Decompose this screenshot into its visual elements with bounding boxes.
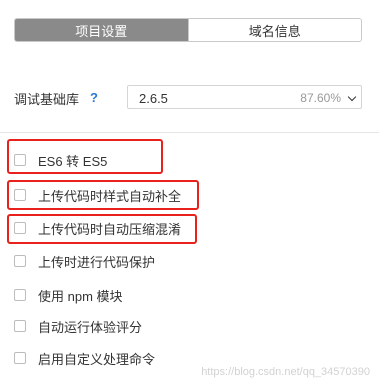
highlight-box-es6 (7, 139, 163, 174)
option-label: 使用 npm 模块 (38, 288, 123, 304)
settings-tab-bar: 项目设置 域名信息 (14, 18, 362, 42)
base-library-select[interactable]: 2.6.5 87.60% (127, 85, 362, 109)
highlight-box-minify (7, 214, 197, 244)
checkbox[interactable] (14, 320, 26, 332)
highlight-box-autoprefix (7, 180, 199, 210)
option-code-protection[interactable]: 上传时进行代码保护 (14, 251, 155, 271)
section-divider (0, 132, 379, 133)
option-custom-command[interactable]: 启用自定义处理命令 (14, 348, 155, 368)
tab-domain-info[interactable]: 域名信息 (187, 19, 361, 41)
selected-version: 2.6.5 (139, 91, 168, 106)
option-auto-audit[interactable]: 自动运行体验评分 (14, 316, 142, 336)
chevron-down-icon (347, 92, 357, 102)
tab-project-settings[interactable]: 项目设置 (15, 19, 188, 41)
checkbox[interactable] (14, 255, 26, 267)
option-label: 上传时进行代码保护 (38, 254, 156, 270)
option-label: 自动运行体验评分 (38, 319, 143, 335)
version-coverage: 87.60% (300, 91, 341, 105)
help-icon[interactable]: ? (86, 89, 102, 105)
base-library-row: 调试基础库 ? 2.6.5 87.60% (14, 85, 362, 109)
checkbox[interactable] (14, 289, 26, 301)
checkbox[interactable] (14, 352, 26, 364)
option-label: 启用自定义处理命令 (38, 351, 156, 367)
option-npm-module[interactable]: 使用 npm 模块 (14, 285, 123, 305)
base-library-label: 调试基础库 (14, 92, 80, 107)
watermark: https://blog.csdn.net/qq_34570390 (201, 366, 370, 378)
